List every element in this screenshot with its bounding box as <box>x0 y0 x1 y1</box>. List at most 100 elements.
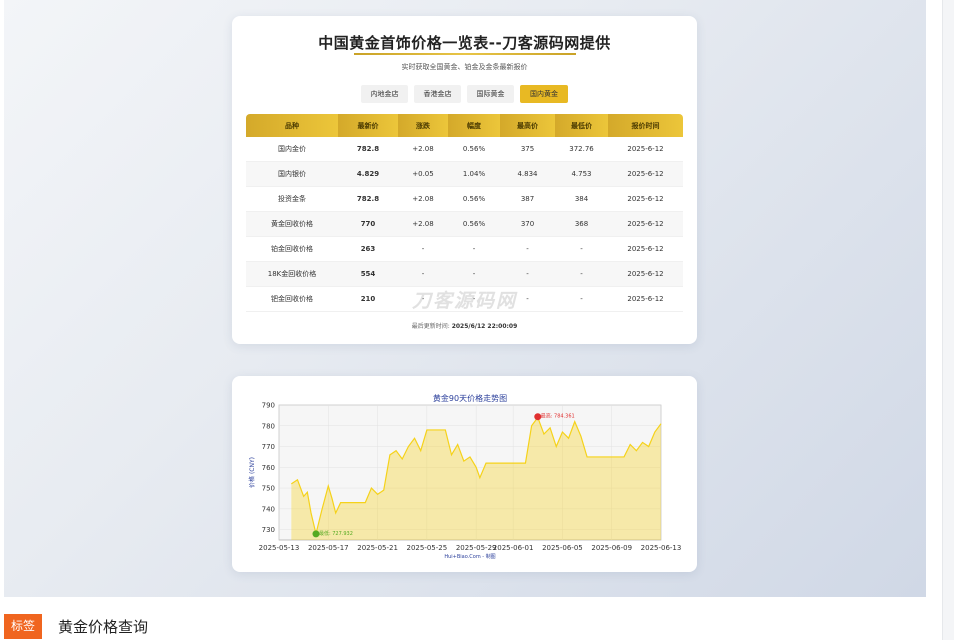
cell-percent: 0.56% <box>448 137 500 162</box>
y-tick-label: 750 <box>262 485 275 493</box>
extreme-point-label: 最高: 784.361 <box>541 413 575 420</box>
cell-high: - <box>500 236 555 262</box>
cell-latest: 554 <box>338 261 398 287</box>
header-time: 报价时间 <box>608 114 683 137</box>
cell-variety: 国内金价 <box>246 137 338 162</box>
tab-mainland-stores[interactable]: 内地金店 <box>361 85 408 103</box>
cell-time: 2025-6-12 <box>608 261 683 287</box>
table-row: 铂金回收价格 263 - - - - 2025-6-12 <box>246 236 683 262</box>
y-tick-label: 780 <box>262 422 275 430</box>
x-tick-label: 2025-05-29 <box>456 544 497 552</box>
price-trend-chart: 730 740 750 760 770 780 790 2025-05-13 2025-05-1… <box>248 393 682 560</box>
tab-international-gold[interactable]: 国际黄金 <box>467 85 514 103</box>
last-updated-label: 最后更新时间: <box>411 323 450 330</box>
cell-percent: 0.56% <box>448 186 500 212</box>
cell-high: 370 <box>500 211 555 237</box>
x-tick-label: 2025-05-21 <box>357 544 398 552</box>
x-tick-label: 2025-05-25 <box>407 544 448 552</box>
cell-variety: 钯金回收价格 <box>246 286 338 312</box>
table-row: 国内金价 782.8 +2.08 0.56% 375 372.76 2025-6… <box>246 137 683 162</box>
cell-change: +2.08 <box>398 211 448 237</box>
y-tick-label: 770 <box>262 443 275 451</box>
cell-time: 2025-6-12 <box>608 236 683 262</box>
cell-change: +2.08 <box>398 186 448 212</box>
last-updated: 最后更新时间: 2025/6/12 22:00:09 <box>232 321 697 330</box>
y-tick-label: 790 <box>262 402 275 410</box>
cell-time: 2025-6-12 <box>608 211 683 237</box>
cell-variety: 18K金回收价格 <box>246 261 338 287</box>
right-scrollbar-track[interactable] <box>942 0 954 640</box>
table-row: 黄金回收价格 770 +2.08 0.56% 370 368 2025-6-12 <box>246 211 683 237</box>
last-updated-value: 2025/6/12 22:00:09 <box>451 323 518 330</box>
watermark: 刀客源码网 <box>412 290 518 312</box>
table-header-row: 品种 最新价 涨跌 幅度 最高价 最低价 报价时间 <box>246 114 683 137</box>
tab-hongkong-stores[interactable]: 香港金店 <box>414 85 461 103</box>
cell-high: 4.834 <box>500 161 555 187</box>
cell-high: 375 <box>500 137 555 162</box>
cell-percent: 1.04% <box>448 161 500 187</box>
cell-time: 2025-6-12 <box>608 186 683 212</box>
table-row: 国内银价 4.829 +0.05 1.04% 4.834 4.753 2025-… <box>246 161 683 187</box>
cell-latest: 210 <box>338 286 398 312</box>
cell-high: - <box>500 261 555 287</box>
cell-latest: 4.829 <box>338 161 398 187</box>
y-axis-label: 价格 (CNY) <box>248 457 256 488</box>
page-subtitle: 实时获取全国黄金、铂金及金条最新报价 <box>401 63 528 71</box>
table-row: 投资金条 782.8 +2.08 0.56% 387 384 2025-6-12 <box>246 186 683 212</box>
cell-low: - <box>555 286 608 312</box>
price-trend-chart-card: 730 740 750 760 770 780 790 2025-05-13 2025-05-1… <box>232 376 697 572</box>
price-table: 品种 最新价 涨跌 幅度 最高价 最低价 报价时间 国内金价 782.8 +2.… <box>246 114 683 312</box>
cell-percent: 0.56% <box>448 211 500 237</box>
cell-variety: 国内银价 <box>246 161 338 187</box>
x-tick-label: 2025-05-17 <box>308 544 349 552</box>
cell-low: 384 <box>555 186 608 212</box>
cell-percent: - <box>448 236 500 262</box>
tag-link[interactable]: 黄金价格查询 <box>58 616 148 637</box>
extreme-point-label: 最低: 727.932 <box>319 530 353 537</box>
cell-low: 372.76 <box>555 137 608 162</box>
tag-badge: 标签 <box>4 614 42 639</box>
cell-latest: 770 <box>338 211 398 237</box>
cell-variety: 投资金条 <box>246 186 338 212</box>
cell-percent: - <box>448 261 500 287</box>
y-tick-label: 730 <box>262 526 275 534</box>
cell-variety: 黄金回收价格 <box>246 211 338 237</box>
cell-low: 4.753 <box>555 161 608 187</box>
x-tick-label: 2025-06-01 <box>493 544 534 552</box>
x-tick-label: 2025-06-05 <box>542 544 583 552</box>
cell-change: +2.08 <box>398 137 448 162</box>
cell-change: - <box>398 261 448 287</box>
x-tick-label: 2025-06-13 <box>641 544 682 552</box>
header-variety: 品种 <box>246 114 338 137</box>
cell-time: 2025-6-12 <box>608 286 683 312</box>
header-percent: 幅度 <box>448 114 500 137</box>
cell-change: +0.05 <box>398 161 448 187</box>
header-latest: 最新价 <box>338 114 398 137</box>
header-change: 涨跌 <box>398 114 448 137</box>
x-tick-label: 2025-06-09 <box>591 544 632 552</box>
title-underline <box>354 53 576 55</box>
cell-change: - <box>398 236 448 262</box>
cell-time: 2025-6-12 <box>608 137 683 162</box>
market-tabs: 内地金店 香港金店 国际黄金 国内黄金 <box>232 85 697 103</box>
cell-low: - <box>555 236 608 262</box>
cell-variety: 铂金回收价格 <box>246 236 338 262</box>
header-low: 最低价 <box>555 114 608 137</box>
cell-low: - <box>555 261 608 287</box>
x-tick-label: 2025-05-13 <box>259 544 300 552</box>
chart-title: 黄金90天价格走势图 <box>433 393 507 403</box>
table-row: 18K金回收价格 554 - - - - 2025-6-12 <box>246 261 683 287</box>
tab-domestic-gold[interactable]: 国内黄金 <box>520 85 568 103</box>
cell-latest: 263 <box>338 236 398 262</box>
header-high: 最高价 <box>500 114 555 137</box>
cell-time: 2025-6-12 <box>608 161 683 187</box>
page-title: 中国黄金首饰价格一览表--刀客源码网提供 <box>318 34 611 52</box>
chart-footer: Hui+Biao.Com - 制图 <box>444 553 495 560</box>
cell-latest: 782.8 <box>338 137 398 162</box>
gold-price-table-card: 中国黄金首饰价格一览表--刀客源码网提供 实时获取全国黄金、铂金及金条最新报价 … <box>232 16 697 344</box>
cell-high: 387 <box>500 186 555 212</box>
y-tick-label: 740 <box>262 505 275 513</box>
cell-latest: 782.8 <box>338 186 398 212</box>
y-tick-label: 760 <box>262 464 275 472</box>
cell-low: 368 <box>555 211 608 237</box>
